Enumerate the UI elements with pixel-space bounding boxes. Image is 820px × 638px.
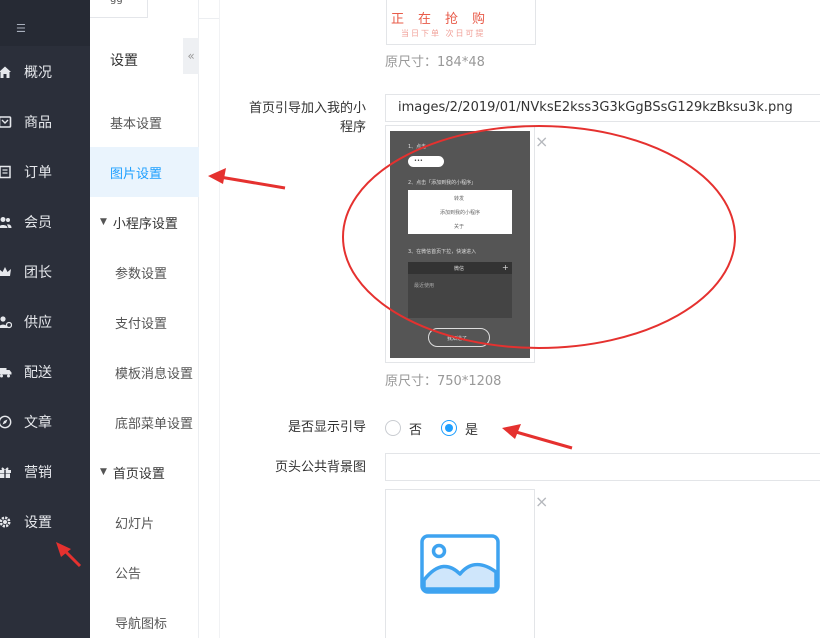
guide-field-label-line2: 程序 xyxy=(339,120,366,135)
caret-down-icon: ▼ xyxy=(100,467,107,477)
nav-item-label: 文章 xyxy=(24,415,52,431)
preview-step2: 2、点击「添加到我的小程序」 xyxy=(408,180,477,186)
page-tab[interactable]: gg xyxy=(90,0,148,18)
preview-menu-item: 添加到我的小程序 xyxy=(440,210,481,216)
product-icon xyxy=(0,115,12,129)
nav-item-label: 团长 xyxy=(24,265,52,281)
nav-item-label: 供应 xyxy=(24,315,52,331)
image-placeholder-icon xyxy=(420,534,500,594)
subnav-title: 设置 xyxy=(110,53,138,69)
subnav-group-label: 首页设置 xyxy=(112,466,165,482)
header-bg-label: 页头公共背景图 xyxy=(274,460,366,475)
subnav-item-payment[interactable]: 支付设置 xyxy=(90,297,199,347)
subnav-group-homepage[interactable]: ▼ 首页设置 xyxy=(90,447,199,497)
app-root: ☰ 概况 商品 订单 会员 团长 供应 配送 文章 营销 设置 设置 « 基本设… xyxy=(0,0,820,638)
remove-guide-image-icon[interactable]: × xyxy=(535,134,548,150)
nav-item-marketing[interactable]: 营销 xyxy=(0,447,90,497)
subnav-item-template-msg[interactable]: 模板消息设置 xyxy=(90,347,199,397)
show-guide-yes-label: 是 xyxy=(465,423,479,438)
subnav-item-nav-icons[interactable]: 导航图标 xyxy=(90,597,199,638)
guide-image-path-input[interactable]: images/2/2019/01/NVksE2kss3G3kGgBSsG129k… xyxy=(385,94,820,122)
nav-item-articles[interactable]: 文章 xyxy=(0,397,90,447)
subnav-item-images[interactable]: 图片设置 xyxy=(90,147,199,197)
preview-panel-plus: + xyxy=(502,263,509,272)
crown-icon xyxy=(0,265,12,279)
subnav-item-label: 导航图标 xyxy=(115,616,168,632)
preview-button-text: 我知道了 xyxy=(447,336,468,342)
header-bg-path-input[interactable] xyxy=(385,453,820,481)
show-guide-yes-radio[interactable] xyxy=(441,420,457,436)
preview-panel-title: 微信 xyxy=(454,266,465,272)
compass-icon xyxy=(0,415,12,429)
subnav-item-label: 模板消息设置 xyxy=(115,366,194,382)
nav-item-settings[interactable]: 设置 xyxy=(0,497,90,547)
guide-field-label: 首页引导加入我的小 程序 xyxy=(232,99,366,137)
stamp-text: 正在抢购 xyxy=(391,12,500,27)
truck-icon xyxy=(0,365,12,379)
subnav-item-bottom-menu[interactable]: 底部菜单设置 xyxy=(90,397,199,447)
preview-menu: 转发 添加到我的小程序 关于 xyxy=(408,190,512,234)
nav-item-label: 商品 xyxy=(24,115,52,131)
guide-image-preview: 1、点击 ••• 2、点击「添加到我的小程序」 转发 添加到我的小程序 关于 3… xyxy=(390,131,530,358)
preview-panel-sub: 最近使用 xyxy=(414,283,435,289)
stamp-size-note: 原尺寸：184*48 xyxy=(385,55,485,70)
subnav-item-label: 图片设置 xyxy=(110,166,163,182)
nav-item-leader[interactable]: 团长 xyxy=(0,247,90,297)
nav-item-label: 会员 xyxy=(24,215,52,231)
nav-item-label: 概况 xyxy=(24,65,52,81)
subnav-item-label: 公告 xyxy=(115,566,142,582)
nav-item-label: 订单 xyxy=(24,165,52,181)
nav-item-label: 营销 xyxy=(24,465,52,481)
nav-item-label: 配送 xyxy=(24,365,52,381)
show-guide-no-label: 否 xyxy=(409,423,423,438)
nav-item-products[interactable]: 商品 xyxy=(0,97,90,147)
nav-item-delivery[interactable]: 配送 xyxy=(0,347,90,397)
gear-icon xyxy=(0,515,12,529)
subnav-group-label: 小程序设置 xyxy=(112,216,178,232)
subnav-item-params[interactable]: 参数设置 xyxy=(90,247,199,297)
remove-header-bg-icon[interactable]: × xyxy=(535,494,548,510)
preview-step1: 1、点击 xyxy=(408,144,427,150)
nav-item-orders[interactable]: 订单 xyxy=(0,147,90,197)
subnav-item-label: 基本设置 xyxy=(110,116,163,132)
subnav-item-label: 底部菜单设置 xyxy=(115,416,194,432)
nav-item-supply[interactable]: 供应 xyxy=(0,297,90,347)
show-guide-no-radio[interactable] xyxy=(385,420,401,436)
subnav-item-basic[interactable]: 基本设置 xyxy=(90,97,199,147)
caret-down-icon: ▼ xyxy=(100,217,107,227)
preview-panel-header: 微信 + xyxy=(408,262,512,274)
guide-field-label-line1: 首页引导加入我的小 xyxy=(248,101,366,116)
nav-item-members[interactable]: 会员 xyxy=(0,197,90,247)
subnav-collapse-button[interactable]: « xyxy=(183,38,199,74)
supply-icon xyxy=(0,315,12,329)
preview-pill-dots: ••• xyxy=(414,158,423,164)
guide-size-note: 原尺寸：750*1208 xyxy=(385,374,502,389)
main-sidebar: ☰ 概况 商品 订单 会员 团长 供应 配送 文章 营销 设置 xyxy=(0,0,90,638)
preview-panel: 微信 + 最近使用 xyxy=(408,262,512,318)
members-icon xyxy=(0,215,12,229)
nav-item-overview[interactable]: 概况 xyxy=(0,47,90,97)
sidebar-collapse-icon[interactable]: ☰ xyxy=(16,22,26,35)
home-icon xyxy=(0,65,12,79)
subnav-group-miniprogram[interactable]: ▼ 小程序设置 xyxy=(90,197,199,247)
double-chevron-left-icon: « xyxy=(187,49,195,63)
order-icon xyxy=(0,165,12,179)
subnav-item-notice[interactable]: 公告 xyxy=(90,547,199,597)
preview-step3: 3、在微信首页下拉，快速进入 xyxy=(408,249,477,255)
preview-pill: ••• xyxy=(408,156,444,167)
preview-menu-item: 关于 xyxy=(454,224,465,230)
nav-item-label: 设置 xyxy=(24,515,52,531)
subnav-item-slides[interactable]: 幻灯片 xyxy=(90,497,199,547)
page-tab-label: gg xyxy=(110,0,123,5)
sidebar-header: ☰ xyxy=(0,0,90,46)
stamp-image-preview: 正在抢购 当日下单 次日可提 xyxy=(386,0,536,45)
subnav-item-label: 支付设置 xyxy=(115,316,168,332)
stamp-subtext: 当日下单 次日可提 xyxy=(401,29,486,38)
subnav-item-label: 幻灯片 xyxy=(115,516,155,532)
preview-button: 我知道了 xyxy=(428,328,490,347)
subnav-item-label: 参数设置 xyxy=(115,266,168,282)
show-guide-label: 是否显示引导 xyxy=(287,420,366,435)
gift-icon xyxy=(0,465,12,479)
preview-menu-item: 转发 xyxy=(454,196,465,202)
